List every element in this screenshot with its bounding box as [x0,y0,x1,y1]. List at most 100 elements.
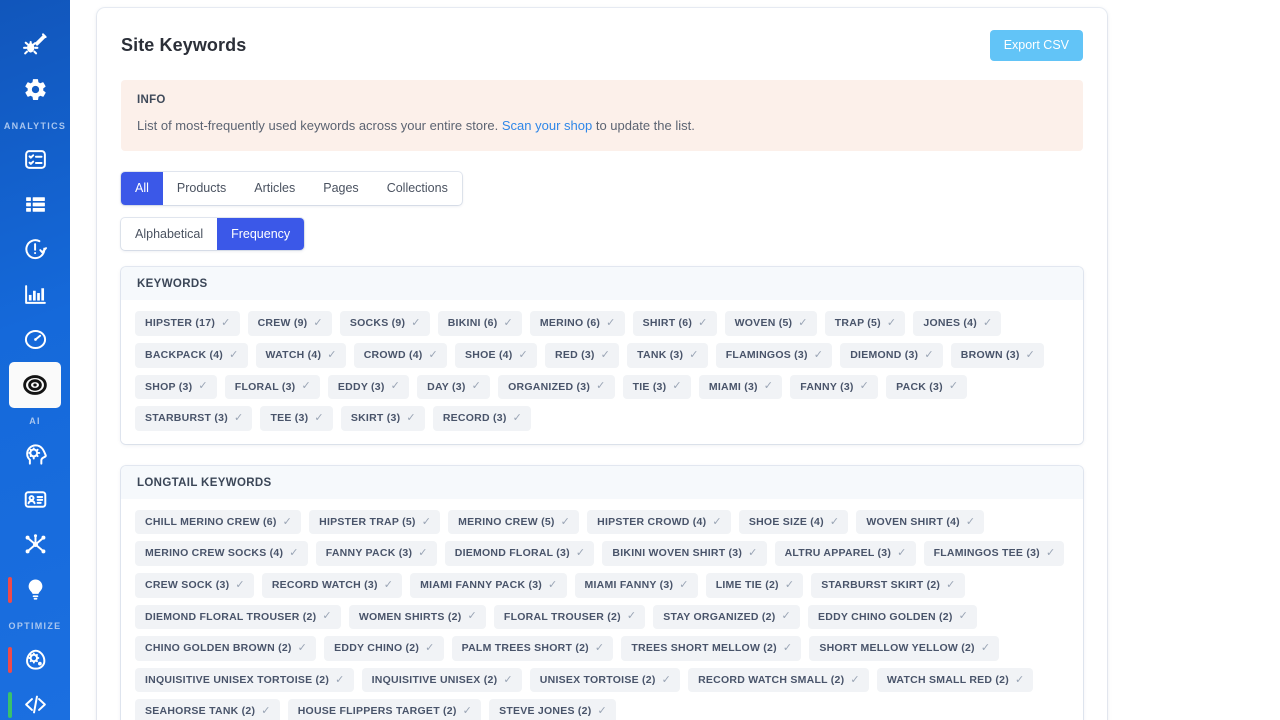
check-icon[interactable]: ✓ [981,642,990,654]
check-icon[interactable]: ✓ [313,318,322,329]
check-icon[interactable]: ✓ [314,413,323,424]
sidebar-item-bar-chart[interactable] [0,272,70,317]
keyword-chip[interactable]: FLORAL TROUSER (2) ✓ [493,604,646,630]
keyword-chip[interactable]: DAY (3) ✓ [417,374,491,400]
check-icon[interactable]: ✓ [561,516,570,528]
check-icon[interactable]: ✓ [472,381,481,392]
keyword-chip[interactable]: DIEMOND (3) ✓ [840,343,943,368]
check-icon[interactable]: ✓ [924,349,933,361]
keyword-chip[interactable]: FANNY (3) ✓ [790,374,879,400]
keyword-chip[interactable]: ORGANIZED (3) ✓ [498,374,615,400]
keyword-chip[interactable]: TEE (3) ✓ [260,406,333,431]
check-icon[interactable]: ✓ [235,579,244,591]
check-icon[interactable]: ✓ [830,516,839,528]
keyword-chip[interactable]: INQUISITIVE UNISEX (2) ✓ [361,667,522,693]
check-icon[interactable]: ✓ [850,674,859,686]
sidebar-item-id-card[interactable] [0,477,70,522]
keyword-chip[interactable]: SHIRT (6) ✓ [632,311,717,337]
check-icon[interactable]: ✓ [429,349,438,361]
keyword-chip[interactable]: WATCH (4) ✓ [255,343,346,368]
keyword-chip[interactable]: MIAMI FANNY PACK (3) ✓ [410,573,567,598]
check-icon[interactable]: ✓ [966,516,975,528]
keyword-chip[interactable]: EDDY (3) ✓ [327,374,410,400]
keyword-chip[interactable]: STARBURST (3) ✓ [135,406,253,431]
check-icon[interactable]: ✓ [406,413,415,424]
check-icon[interactable]: ✓ [798,318,807,329]
sidebar-item-checklist[interactable] [0,137,70,182]
check-icon[interactable]: ✓ [1046,548,1055,559]
keyword-chip[interactable]: SKIRT (3) ✓ [340,406,425,431]
keyword-chip[interactable]: PALM TREES SHORT (2) ✓ [451,636,614,661]
check-icon[interactable]: ✓ [689,349,698,361]
keyword-chip[interactable]: STARBURST SKIRT (2) ✓ [811,573,965,598]
sort-tab-alphabetical[interactable]: Alphabetical [121,218,217,251]
scan-your-shop-link[interactable]: Scan your shop [502,118,592,133]
keyword-chip[interactable]: HIPSTER TRAP (5) ✓ [309,509,441,535]
keyword-chip[interactable]: MERINO CREW SOCKS (4) ✓ [135,541,308,566]
keyword-chip[interactable]: FLORAL (3) ✓ [224,374,320,400]
keyword-chip[interactable]: DIEMOND FLORAL TROUSER (2) ✓ [135,604,341,630]
keyword-chip[interactable]: TREES SHORT MELLOW (2) ✓ [621,636,802,661]
keyword-chip[interactable]: CHILL MERINO CREW (6) ✓ [135,509,302,535]
keyword-chip[interactable]: MERINO (6) ✓ [529,311,625,337]
check-icon[interactable]: ✓ [860,381,869,392]
keyword-chip[interactable]: HOUSE FLIPPERS TARGET (2) ✓ [287,699,482,720]
keyword-chip[interactable]: UNISEX TORTOISE (2) ✓ [529,667,681,693]
check-icon[interactable]: ✓ [785,579,794,591]
check-icon[interactable]: ✓ [949,381,958,392]
check-icon[interactable]: ✓ [595,642,604,654]
check-icon[interactable]: ✓ [425,642,434,654]
check-icon[interactable]: ✓ [606,318,615,329]
check-icon[interactable]: ✓ [519,349,528,361]
check-icon[interactable]: ✓ [289,548,298,559]
check-icon[interactable]: ✓ [298,642,307,654]
sidebar-item-alert-clock[interactable] [0,227,70,272]
keyword-chip[interactable]: BIKINI WOVEN SHIRT (3) ✓ [602,541,767,566]
check-icon[interactable]: ✓ [234,413,243,424]
sidebar-item-code[interactable] [0,682,70,720]
check-icon[interactable]: ✓ [783,642,792,654]
check-icon[interactable]: ✓ [335,674,344,686]
check-icon[interactable]: ✓ [463,706,472,717]
check-icon[interactable]: ✓ [283,516,292,528]
keyword-chip[interactable]: WATCH SMALL RED (2) ✓ [876,667,1034,693]
check-icon[interactable]: ✓ [513,413,522,424]
keyword-chip[interactable]: TRAP (5) ✓ [824,311,906,337]
check-icon[interactable]: ✓ [712,516,721,528]
check-icon[interactable]: ✓ [221,318,230,329]
keyword-chip[interactable]: SHOE (4) ✓ [455,343,537,368]
check-icon[interactable]: ✓ [627,611,636,622]
keyword-chip[interactable]: TANK (3) ✓ [627,343,708,368]
check-icon[interactable]: ✓ [946,579,955,591]
check-icon[interactable]: ✓ [814,349,823,361]
check-icon[interactable]: ✓ [503,318,512,329]
check-icon[interactable]: ✓ [672,381,681,392]
keyword-chip[interactable]: CREW SOCK (3) ✓ [135,573,254,598]
sidebar-item-network[interactable] [0,522,70,567]
sidebar-item-gear-bubble[interactable] [0,637,70,682]
check-icon[interactable]: ✓ [327,349,336,361]
keyword-chip[interactable]: RED (3) ✓ [545,343,620,368]
keyword-chip[interactable]: EDDY CHINO (2) ✓ [324,636,444,661]
keyword-chip[interactable]: PACK (3) ✓ [886,374,968,400]
check-icon[interactable]: ✓ [198,381,207,392]
keyword-chip[interactable]: JONES (4) ✓ [913,311,1002,337]
check-icon[interactable]: ✓ [897,548,906,559]
check-icon[interactable]: ✓ [503,674,512,686]
keyword-chip[interactable]: STEVE JONES (2) ✓ [489,699,616,720]
check-icon[interactable]: ✓ [1026,349,1035,361]
tab-products[interactable]: Products [163,172,240,205]
sidebar-item-target[interactable] [0,361,70,408]
check-icon[interactable]: ✓ [422,516,431,528]
tab-articles[interactable]: Articles [240,172,309,205]
check-icon[interactable]: ✓ [261,706,270,717]
keyword-chip[interactable]: CHINO GOLDEN BROWN (2) ✓ [135,636,317,661]
keyword-chip[interactable]: BACKPACK (4) ✓ [135,343,248,368]
sidebar-item-speedometer[interactable] [0,317,70,362]
keyword-chip[interactable]: HIPSTER (17) ✓ [135,311,240,337]
check-icon[interactable]: ✓ [384,579,393,591]
keyword-chip[interactable]: BROWN (3) ✓ [950,343,1045,368]
tab-collections[interactable]: Collections [373,172,462,205]
sidebar-item-table[interactable] [0,182,70,227]
keyword-chip[interactable]: BIKINI (6) ✓ [437,311,522,337]
